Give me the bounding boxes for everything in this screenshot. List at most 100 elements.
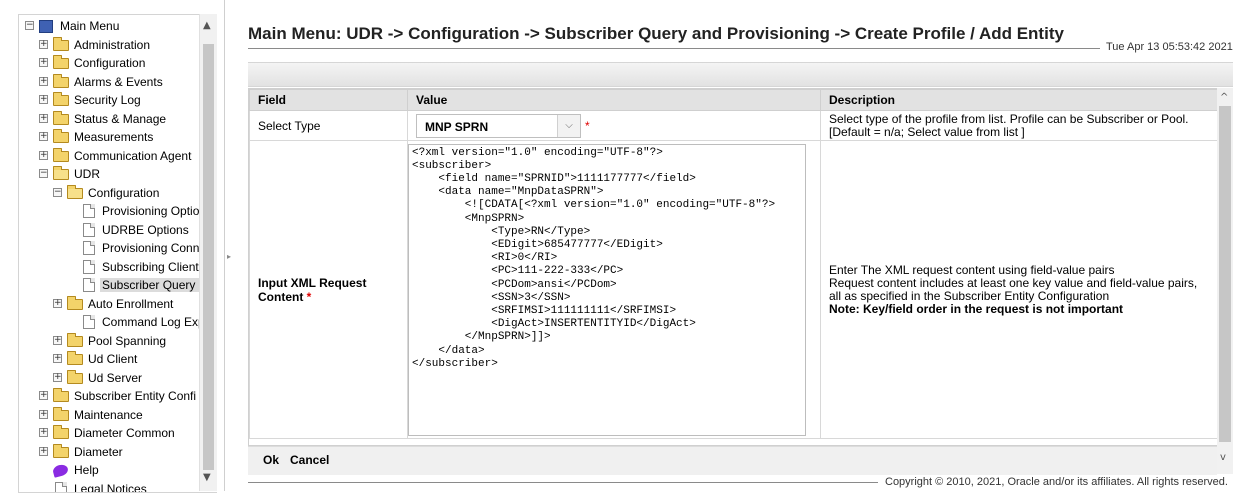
tree-item[interactable]: + Pool Spanning bbox=[19, 332, 201, 351]
expand-icon[interactable]: + bbox=[53, 373, 62, 382]
tree-item-label[interactable]: Diameter bbox=[72, 445, 125, 459]
expand-icon[interactable]: + bbox=[39, 58, 48, 67]
tree-item[interactable]: + Communication Agent bbox=[19, 147, 201, 166]
collapse-icon[interactable]: − bbox=[53, 188, 62, 197]
expand-icon[interactable]: + bbox=[39, 114, 48, 123]
tree-item-label[interactable]: UDR bbox=[72, 167, 102, 181]
tree-item[interactable]: + Measurements bbox=[19, 128, 201, 147]
scroll-up-icon[interactable]: ▲ bbox=[203, 20, 211, 31]
tree-item-label[interactable]: Auto Enrollment bbox=[86, 297, 175, 311]
tree-item[interactable]: + Configuration bbox=[19, 54, 201, 73]
toolbar bbox=[248, 62, 1233, 87]
tree-item-label[interactable]: UDRBE Options bbox=[100, 223, 191, 237]
tree-item-label[interactable]: Alarms & Events bbox=[72, 75, 165, 89]
column-header-value: Value bbox=[408, 90, 821, 111]
tree-item[interactable]: − UDR bbox=[19, 165, 201, 184]
tree-item[interactable]: + Status & Manage bbox=[19, 110, 201, 129]
expand-icon[interactable]: + bbox=[39, 151, 48, 160]
tree-item-label[interactable]: Communication Agent bbox=[72, 149, 193, 163]
cancel-button[interactable]: Cancel bbox=[290, 453, 329, 467]
tree-item[interactable]: + Alarms & Events bbox=[19, 73, 201, 92]
tree-item[interactable]: Command Log Exp bbox=[19, 313, 201, 332]
folder-icon bbox=[67, 299, 83, 310]
tree-item-label[interactable]: Ud Server bbox=[86, 371, 144, 385]
main-menu-icon bbox=[39, 20, 53, 33]
expand-icon[interactable]: + bbox=[39, 77, 48, 86]
tree-item[interactable]: + Subscriber Entity Confi bbox=[19, 387, 201, 406]
sidebar-scrollbar[interactable]: ▲ ▼ bbox=[199, 14, 217, 491]
navigation-tree: −Main Menu+Administration+Configuration+… bbox=[18, 14, 217, 493]
tree-item-label[interactable]: Subscriber Query a bbox=[100, 278, 207, 292]
table-scrollbar[interactable]: ^ v bbox=[1217, 88, 1233, 474]
expand-icon[interactable]: + bbox=[53, 354, 62, 363]
tree-item[interactable]: + Security Log bbox=[19, 91, 201, 110]
folder-icon bbox=[67, 336, 83, 347]
page-icon bbox=[55, 482, 67, 493]
expand-icon[interactable]: + bbox=[53, 336, 62, 345]
tree-item-label[interactable]: Configuration bbox=[86, 186, 161, 200]
page-icon bbox=[83, 241, 95, 255]
required-marker: * bbox=[585, 119, 590, 133]
tree-item[interactable]: + Ud Client bbox=[19, 350, 201, 369]
select-type-value: MNP SPRN bbox=[425, 120, 488, 134]
scroll-up-icon[interactable]: ^ bbox=[1220, 92, 1228, 103]
expand-icon[interactable]: + bbox=[39, 447, 48, 456]
tree-item-label[interactable]: Subscriber Entity Confi bbox=[72, 389, 198, 403]
expand-icon[interactable]: + bbox=[39, 132, 48, 141]
tree-item-label[interactable]: Measurements bbox=[72, 130, 155, 144]
tree-item[interactable]: + Administration bbox=[19, 36, 201, 55]
select-type-dropdown[interactable]: MNP SPRN ⌵ bbox=[416, 114, 581, 138]
tree-item[interactable]: Subscriber Query a bbox=[19, 276, 201, 295]
tree-item-label[interactable]: Configuration bbox=[72, 56, 147, 70]
description-xml-content: Enter The XML request content using fiel… bbox=[821, 141, 1219, 439]
collapse-pane-icon[interactable]: ▸ bbox=[227, 252, 231, 261]
tree-item-label[interactable]: Maintenance bbox=[72, 408, 145, 422]
tree-item[interactable]: UDRBE Options bbox=[19, 221, 201, 240]
chevron-down-icon[interactable]: ⌵ bbox=[557, 115, 580, 137]
xml-request-textarea[interactable] bbox=[408, 144, 806, 436]
expand-icon[interactable]: + bbox=[39, 95, 48, 104]
tree-item-label[interactable]: Security Log bbox=[72, 93, 143, 107]
tree-item-label[interactable]: Command Log Exp bbox=[100, 315, 207, 329]
collapse-icon[interactable]: − bbox=[25, 21, 34, 30]
tree-item-label[interactable]: Diameter Common bbox=[72, 426, 177, 440]
tree-item-label[interactable]: Legal Notices bbox=[72, 482, 149, 493]
tree-item[interactable]: Help bbox=[19, 461, 201, 480]
tree-item[interactable]: + Ud Server bbox=[19, 369, 201, 388]
tree-item[interactable]: + Diameter bbox=[19, 443, 201, 462]
tree-item-label[interactable]: Main Menu bbox=[58, 19, 121, 33]
field-label-xml-text: Input XML Request Content bbox=[258, 276, 366, 304]
scroll-down-icon[interactable]: ▼ bbox=[203, 472, 211, 483]
expand-icon[interactable]: + bbox=[39, 40, 48, 49]
tree-item[interactable]: + Maintenance bbox=[19, 406, 201, 425]
collapse-icon[interactable]: − bbox=[39, 169, 48, 178]
tree-item-label[interactable]: Help bbox=[72, 463, 101, 477]
tree-item[interactable]: − Configuration bbox=[19, 184, 201, 203]
folder-icon bbox=[53, 77, 69, 88]
tree-item[interactable]: Provisioning Option bbox=[19, 202, 201, 221]
expand-icon[interactable]: + bbox=[53, 299, 62, 308]
tree-item[interactable]: + Diameter Common bbox=[19, 424, 201, 443]
tree-item-label[interactable]: Administration bbox=[72, 38, 152, 52]
folder-icon bbox=[53, 58, 69, 69]
help-icon bbox=[52, 463, 69, 478]
tree-item[interactable]: − Main Menu bbox=[19, 17, 201, 36]
tree-item-label[interactable]: Status & Manage bbox=[72, 112, 168, 126]
tree-item-label[interactable]: Subscribing Client I bbox=[100, 260, 207, 274]
expand-icon[interactable]: + bbox=[39, 410, 48, 419]
tree-item-label[interactable]: Provisioning Option bbox=[100, 204, 208, 218]
sidebar-scroll-thumb[interactable] bbox=[203, 44, 214, 470]
ok-button[interactable]: Ok bbox=[263, 453, 279, 467]
tree-item-label[interactable]: Pool Spanning bbox=[86, 334, 168, 348]
expand-icon[interactable]: + bbox=[39, 428, 48, 437]
page-icon bbox=[83, 260, 95, 274]
tree-item[interactable]: Subscribing Client I bbox=[19, 258, 201, 277]
pane-splitter[interactable] bbox=[224, 0, 234, 491]
tree-item[interactable]: Provisioning Conne bbox=[19, 239, 201, 258]
tree-item[interactable]: + Auto Enrollment bbox=[19, 295, 201, 314]
table-scroll-thumb[interactable] bbox=[1219, 106, 1231, 442]
scroll-down-icon[interactable]: v bbox=[1220, 452, 1226, 463]
expand-icon[interactable]: + bbox=[39, 391, 48, 400]
tree-item-label[interactable]: Ud Client bbox=[86, 352, 139, 366]
tree-item-label[interactable]: Provisioning Conne bbox=[100, 241, 208, 255]
